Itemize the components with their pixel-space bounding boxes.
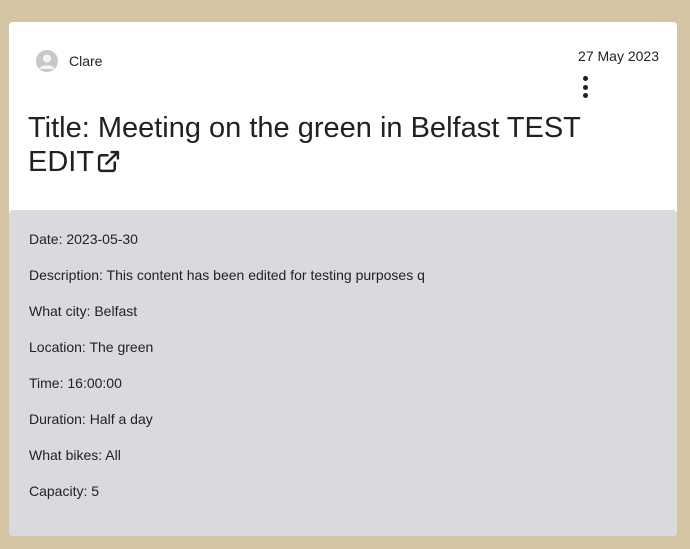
author-name: Clare	[69, 53, 103, 69]
menu-dot	[582, 93, 588, 98]
detail-date: Date: 2023-05-30	[29, 231, 138, 247]
menu-dot	[582, 84, 588, 90]
detail-city: What city: Belfast	[29, 303, 138, 319]
detail-bikes: What bikes: All	[29, 447, 121, 463]
detail-time: Time: 16:00:00	[29, 375, 122, 391]
detail-duration: Duration: Half a day	[29, 411, 153, 427]
avatar-icon	[36, 50, 58, 72]
post-date: 27 May 2023	[578, 48, 659, 64]
external-link-icon[interactable]	[96, 148, 121, 182]
author: Clare	[36, 50, 102, 72]
details-panel: Date: 2023-05-30 Description: This conte…	[9, 210, 677, 536]
detail-description: Description: This content has been edite…	[29, 267, 425, 283]
detail-capacity: Capacity: 5	[29, 483, 100, 499]
detail-location: Location: The green	[29, 339, 154, 355]
event-card: Clare 27 May 2023 Title: Meeting on the …	[9, 22, 677, 536]
card-header: Clare 27 May 2023 Title: Meeting on the …	[9, 22, 677, 210]
kebab-menu-icon[interactable]	[581, 76, 589, 98]
menu-dot	[582, 76, 588, 81]
post-title: Title: Meeting on the green in Belfast T…	[28, 111, 648, 182]
